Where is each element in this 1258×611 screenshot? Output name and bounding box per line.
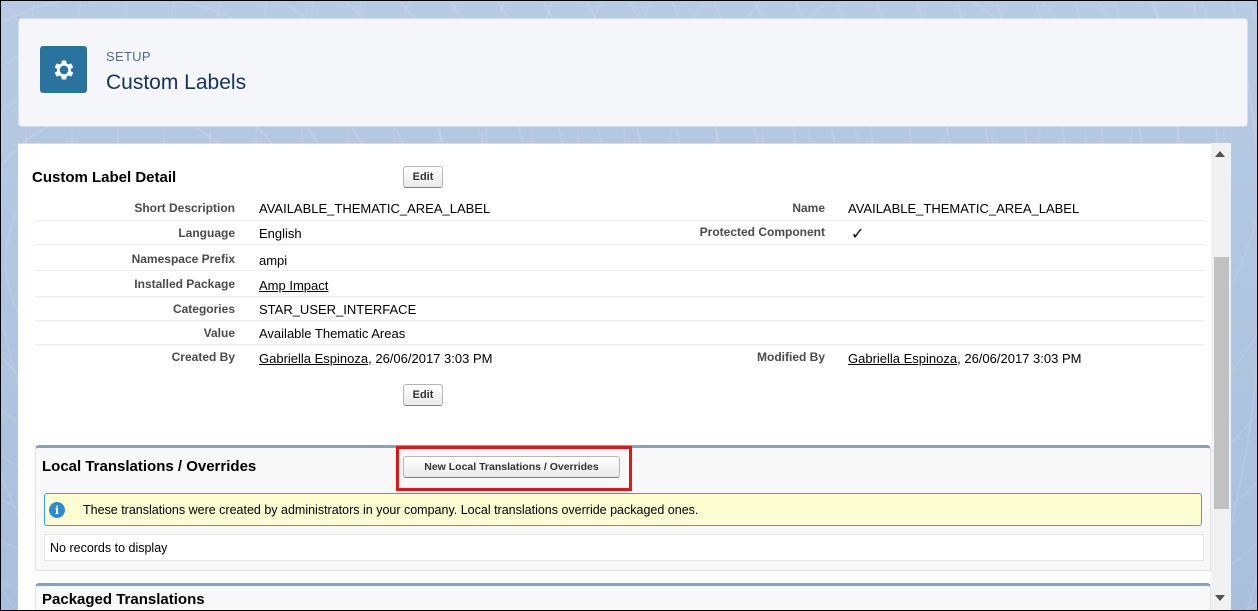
info-message: i These translations were created by adm… — [44, 493, 1202, 526]
local-translations-title: Local Translations / Overrides — [42, 458, 257, 475]
page-title: Custom Labels — [106, 71, 247, 94]
detail-section-title: Custom Label Detail — [32, 169, 177, 186]
namespace-prefix-value: ampi — [259, 253, 288, 268]
categories-label: Categories — [172, 302, 235, 316]
edit-button-bottom[interactable]: Edit — [403, 384, 443, 406]
categories-value: STAR_USER_INTERFACE — [259, 302, 417, 317]
detail-row: Namespace Prefix ampi — [35, 247, 1205, 271]
installed-package-link[interactable]: Amp Impact — [259, 278, 328, 293]
checkmark-icon: ✓ — [851, 226, 865, 243]
value-value: Available Thematic Areas — [259, 326, 406, 341]
modified-by-value: Gabriella Espinoza, 26/06/2017 3:03 PM — [848, 351, 1081, 366]
info-message-text: These translations were created by admin… — [83, 503, 699, 517]
setup-icon-tile — [40, 46, 87, 93]
scrollbar-thumb[interactable] — [1214, 257, 1229, 509]
packaged-translations-section — [35, 583, 1211, 610]
header-eyebrow: SETUP — [106, 49, 151, 64]
no-records-text: No records to display — [50, 541, 168, 555]
edit-button-top[interactable]: Edit — [403, 166, 443, 188]
created-by-date: , 26/06/2017 3:03 PM — [368, 351, 493, 366]
scroll-down-arrow-icon[interactable] — [1215, 595, 1225, 601]
modified-by-user-link[interactable]: Gabriella Espinoza — [848, 351, 957, 366]
scroll-up-arrow-icon[interactable] — [1215, 151, 1225, 157]
name-value: AVAILABLE_THEMATIC_AREA_LABEL — [848, 201, 1080, 216]
name-label: Name — [792, 201, 825, 215]
modified-by-label: Modified By — [757, 350, 825, 364]
detail-row: Short Description AVAILABLE_THEMATIC_ARE… — [35, 197, 1205, 221]
empty-records-row: No records to display — [44, 534, 1204, 561]
namespace-prefix-label: Namespace Prefix — [131, 252, 235, 266]
created-by-value: Gabriella Espinoza, 26/06/2017 3:03 PM — [259, 351, 492, 366]
packaged-translations-title: Packaged Translations — [42, 591, 205, 608]
short-description-label: Short Description — [134, 201, 235, 215]
detail-row: Created By Gabriella Espinoza, 26/06/201… — [35, 345, 1205, 369]
gear-icon — [54, 59, 73, 80]
detail-row: Installed Package Amp Impact — [35, 273, 1205, 297]
protected-component-label: Protected Component — [699, 225, 825, 239]
modified-by-date: , 26/06/2017 3:03 PM — [957, 351, 1082, 366]
info-icon: i — [49, 502, 65, 518]
app-frame: SETUP Custom Labels Custom Label Detail … — [0, 0, 1258, 611]
language-value: English — [259, 226, 302, 241]
short-description-value: AVAILABLE_THEMATIC_AREA_LABEL — [259, 201, 491, 216]
language-label: Language — [178, 226, 235, 240]
detail-row: Value Available Thematic Areas — [35, 321, 1205, 345]
detail-row: Categories STAR_USER_INTERFACE — [35, 297, 1205, 321]
highlight-box — [396, 446, 632, 491]
page-header: SETUP Custom Labels — [18, 18, 1248, 127]
created-by-user-link[interactable]: Gabriella Espinoza — [259, 351, 368, 366]
created-by-label: Created By — [171, 350, 235, 364]
value-label: Value — [203, 326, 235, 340]
detail-row: Language English Protected Component ✓ — [35, 221, 1205, 245]
installed-package-label: Installed Package — [134, 277, 235, 291]
